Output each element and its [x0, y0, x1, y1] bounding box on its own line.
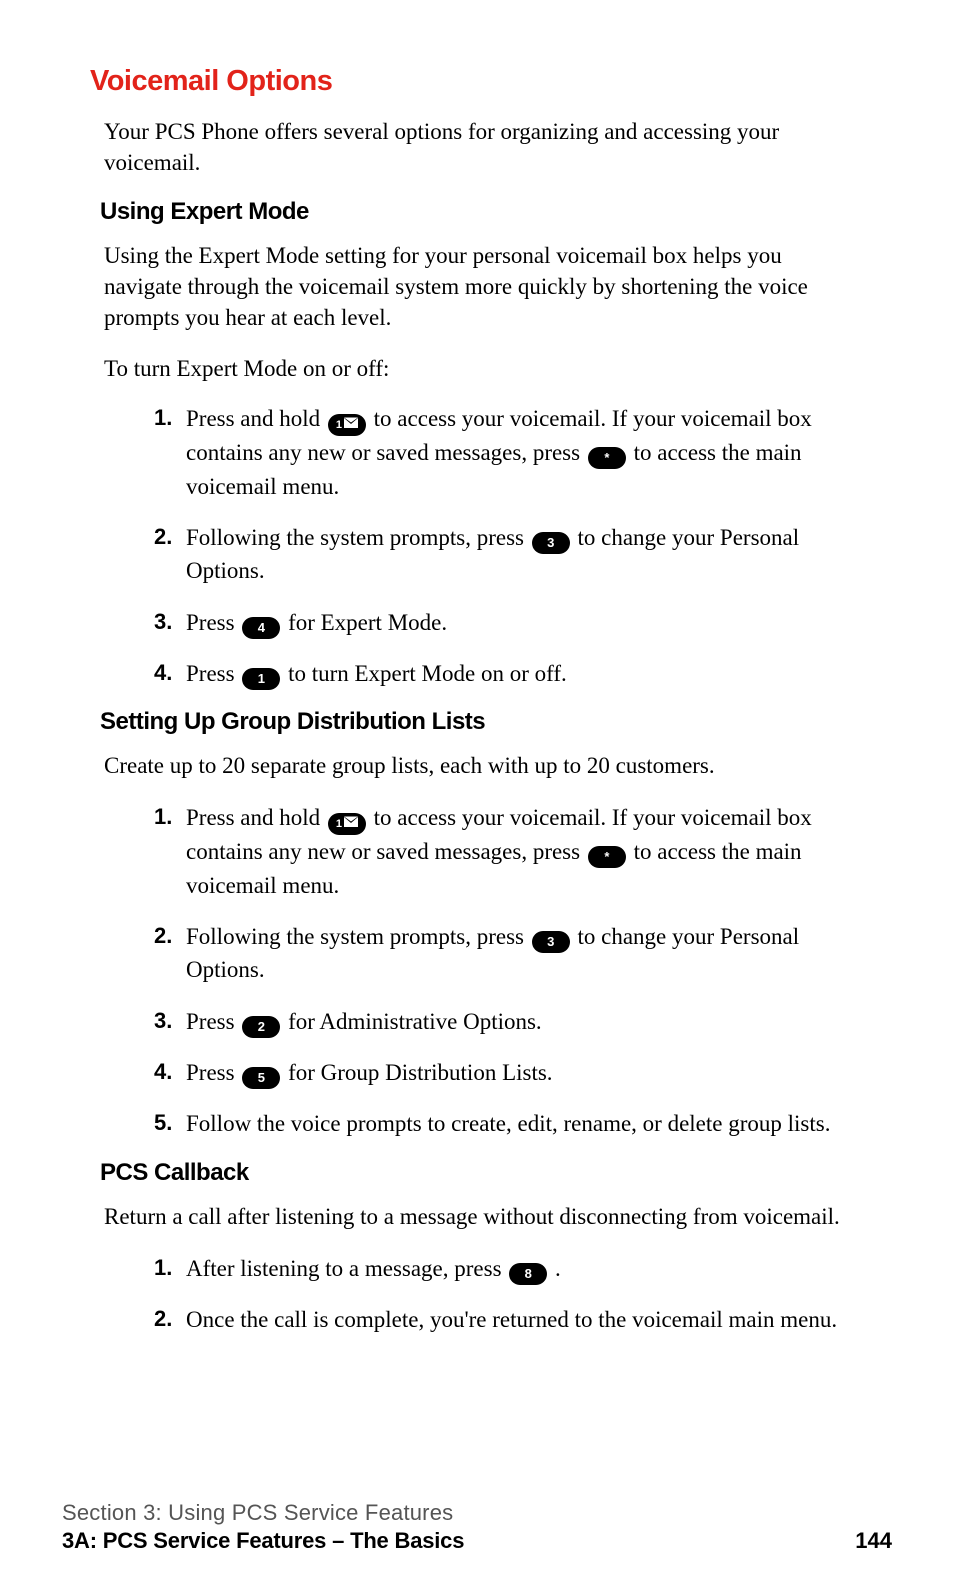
step-text: Once the call is complete, you're return…	[186, 1307, 837, 1332]
step-text: Press	[186, 1060, 240, 1085]
step-text: Following the system prompts, press	[186, 525, 530, 550]
key-3-icon: 3	[532, 532, 570, 554]
step-number: 1.	[154, 1252, 172, 1284]
footer-section: Section 3: Using PCS Service Features	[62, 1500, 892, 1526]
step-item: 3. Press 4 for Expert Mode.	[160, 606, 870, 639]
expert-mode-heading: Using Expert Mode	[100, 198, 874, 226]
step-item: 2. Following the system prompts, press 3…	[160, 521, 870, 588]
groups-heading: Setting Up Group Distribution Lists	[100, 708, 874, 736]
footer-subsection: 3A: PCS Service Features – The Basics	[62, 1528, 464, 1554]
step-item: 5. Follow the voice prompts to create, e…	[160, 1107, 870, 1140]
expert-prompt: To turn Expert Mode on or off:	[104, 353, 874, 384]
key-1-mail-icon: 1	[328, 813, 366, 835]
step-number: 1.	[154, 402, 172, 434]
step-number: 3.	[154, 606, 172, 638]
step-number: 1.	[154, 801, 172, 833]
step-number: 2.	[154, 521, 172, 553]
step-text: .	[555, 1256, 561, 1281]
step-text: Press and hold	[186, 805, 326, 830]
key-3-icon: 3	[532, 931, 570, 953]
step-text: to turn Expert Mode on or off.	[288, 661, 567, 686]
step-item: 3. Press 2 for Administrative Options.	[160, 1005, 870, 1038]
key-1-mail-icon: 1	[328, 414, 366, 436]
expert-desc: Using the Expert Mode setting for your p…	[104, 240, 864, 333]
step-text: for Administrative Options.	[288, 1009, 542, 1034]
step-item: 1. After listening to a message, press 8…	[160, 1252, 870, 1285]
step-text: Press	[186, 1009, 240, 1034]
step-text: for Expert Mode.	[288, 610, 447, 635]
key-8-icon: 8	[509, 1263, 547, 1285]
step-number: 3.	[154, 1005, 172, 1037]
page-footer: Section 3: Using PCS Service Features 3A…	[62, 1500, 892, 1554]
callback-steps: 1. After listening to a message, press 8…	[90, 1252, 870, 1337]
step-text: Following the system prompts, press	[186, 924, 530, 949]
section-title: Voicemail Options	[90, 65, 874, 98]
step-text: Press and hold	[186, 406, 326, 431]
step-item: 2. Following the system prompts, press 3…	[160, 920, 870, 987]
key-5-icon: 5	[242, 1067, 280, 1089]
callback-desc: Return a call after listening to a messa…	[104, 1201, 864, 1232]
groups-desc: Create up to 20 separate group lists, ea…	[104, 750, 864, 781]
step-text: Press	[186, 661, 240, 686]
key-star-icon: *	[588, 447, 626, 469]
step-number: 4.	[154, 657, 172, 689]
expert-steps: 1. Press and hold 1 to access your voice…	[90, 402, 870, 690]
key-2-icon: 2	[242, 1016, 280, 1038]
step-item: 1. Press and hold 1 to access your voice…	[160, 402, 870, 503]
intro-text: Your PCS Phone offers several options fo…	[104, 116, 864, 178]
callback-heading: PCS Callback	[100, 1159, 874, 1187]
key-1-icon: 1	[242, 668, 280, 690]
step-number: 2.	[154, 1303, 172, 1335]
key-4-icon: 4	[242, 617, 280, 639]
key-star-icon: *	[588, 846, 626, 868]
step-item: 4. Press 5 for Group Distribution Lists.	[160, 1056, 870, 1089]
step-number: 5.	[154, 1107, 172, 1139]
step-text: Follow the voice prompts to create, edit…	[186, 1111, 830, 1136]
step-item: 1. Press and hold 1 to access your voice…	[160, 801, 870, 902]
step-item: 4. Press 1 to turn Expert Mode on or off…	[160, 657, 870, 690]
step-number: 4.	[154, 1056, 172, 1088]
step-item: 2. Once the call is complete, you're ret…	[160, 1303, 870, 1336]
step-text: After listening to a message, press	[186, 1256, 507, 1281]
step-text: for Group Distribution Lists.	[288, 1060, 553, 1085]
step-text: Press	[186, 610, 240, 635]
groups-steps: 1. Press and hold 1 to access your voice…	[90, 801, 870, 1140]
page-number: 144	[855, 1528, 892, 1554]
step-number: 2.	[154, 920, 172, 952]
